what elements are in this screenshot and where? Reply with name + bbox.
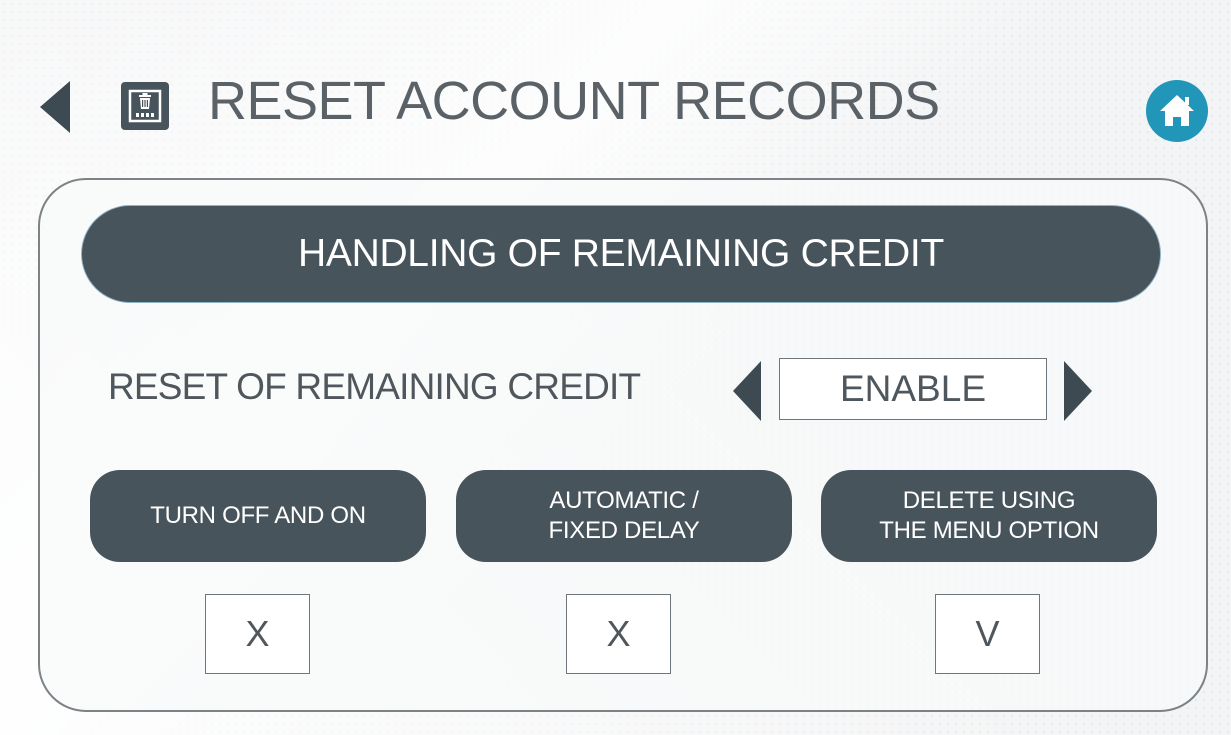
setting-value: ENABLE: [779, 358, 1047, 420]
page-title: RESET ACCOUNT RECORDS: [208, 71, 940, 131]
option-automatic-fixed-delay-state[interactable]: X: [566, 594, 671, 674]
state-text: V: [975, 613, 1000, 654]
trash-card-icon: [121, 82, 169, 130]
option-label-line2: THE MENU OPTION: [879, 517, 1099, 544]
section-header: HANDLING OF REMAINING CREDIT: [82, 206, 1160, 302]
option-delete-using-menu-button[interactable]: DELETE USING THE MENU OPTION: [821, 470, 1157, 562]
option-turn-off-and-on-button[interactable]: TURN OFF AND ON: [90, 470, 426, 562]
option-label-line2: FIXED DELAY: [548, 517, 700, 544]
next-value-arrow-icon[interactable]: [1064, 361, 1092, 421]
option-turn-off-and-on-state[interactable]: X: [205, 594, 310, 674]
option-label-line1: TURN OFF AND ON: [150, 502, 366, 529]
home-icon[interactable]: [1146, 80, 1208, 142]
previous-value-arrow-icon[interactable]: [733, 361, 761, 421]
option-label-line1: DELETE USING: [902, 487, 1076, 514]
section-title: HANDLING OF REMAINING CREDIT: [298, 232, 944, 275]
setting-label: RESET OF REMAINING CREDIT: [108, 366, 641, 407]
setting-value-text: ENABLE: [839, 368, 986, 409]
back-arrow-icon[interactable]: [40, 81, 70, 133]
state-text: X: [245, 613, 270, 654]
option-label-line1: AUTOMATIC /: [549, 487, 699, 514]
option-delete-using-menu-state[interactable]: V: [935, 594, 1040, 674]
state-text: X: [606, 613, 631, 654]
option-automatic-fixed-delay-button[interactable]: AUTOMATIC / FIXED DELAY: [456, 470, 792, 562]
